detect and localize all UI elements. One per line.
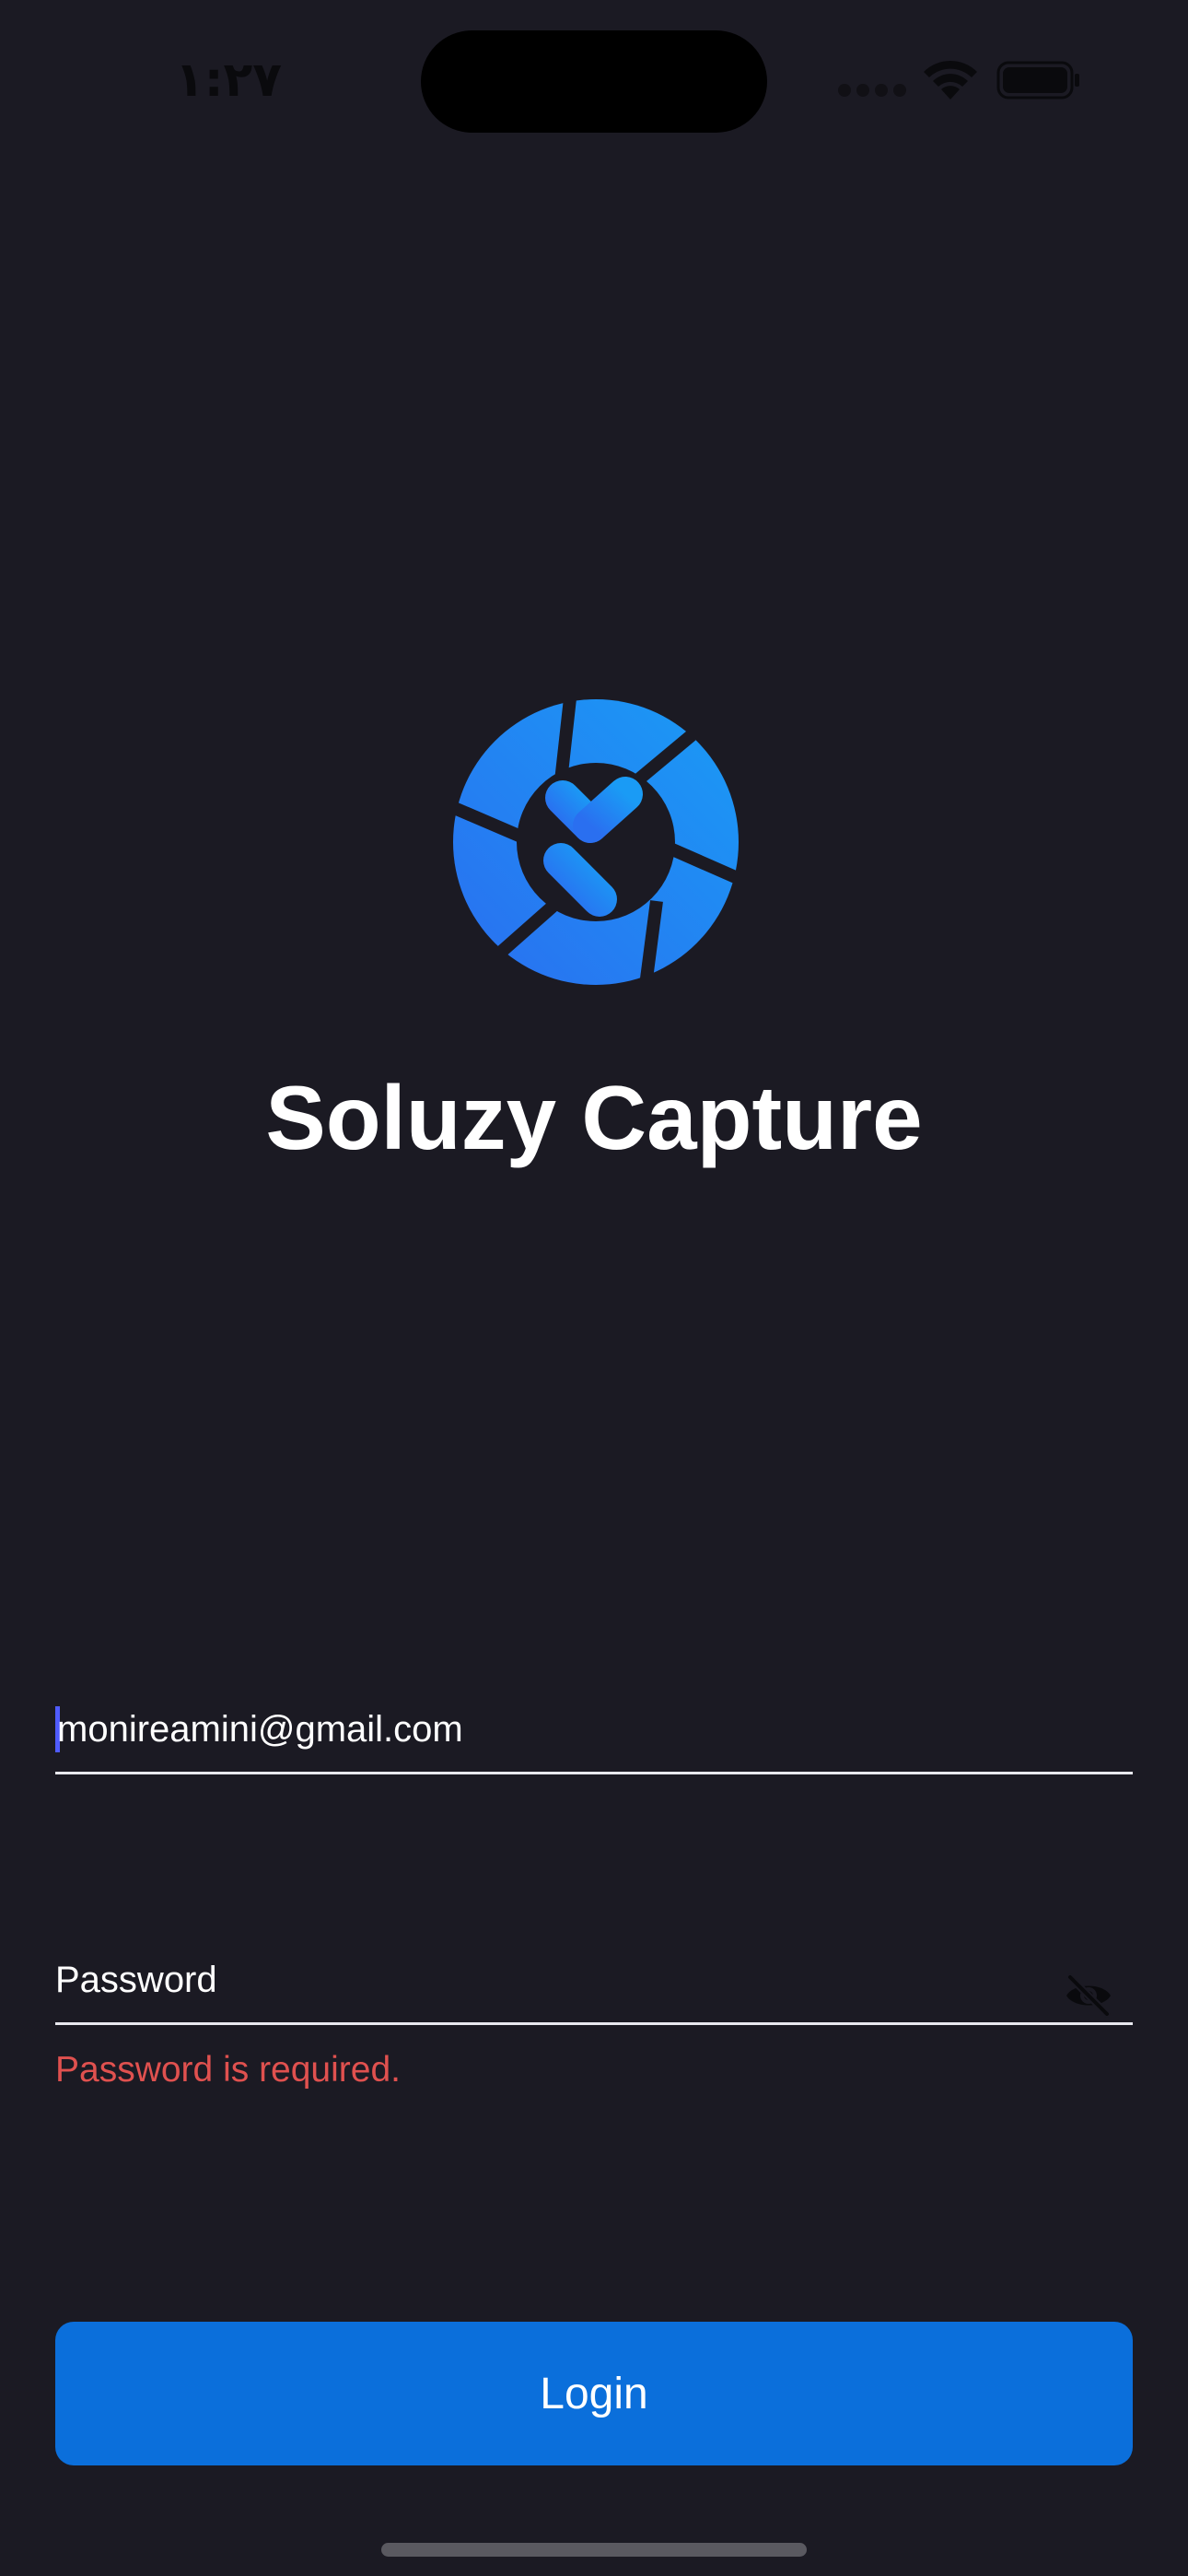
eye-off-icon[interactable] — [1063, 1970, 1114, 2021]
status-time: ١:٢٧ — [175, 53, 283, 108]
app-logo-icon — [452, 698, 740, 986]
cellular-signal-icon — [838, 81, 908, 100]
password-placeholder: Password — [55, 1960, 217, 2000]
dynamic-island — [421, 30, 767, 133]
wifi-icon — [921, 59, 980, 101]
password-field[interactable]: Password — [55, 1944, 1133, 2025]
password-error-text: Password is required. — [55, 2050, 401, 2090]
app-title: Soluzy Capture — [265, 1067, 923, 1168]
login-button[interactable]: Login — [55, 2322, 1133, 2465]
home-indicator — [381, 2543, 807, 2557]
email-field[interactable]: monireamini@gmail.com — [55, 1693, 1133, 1774]
email-value: monireamini@gmail.com — [57, 1709, 463, 1750]
battery-icon — [996, 61, 1081, 100]
